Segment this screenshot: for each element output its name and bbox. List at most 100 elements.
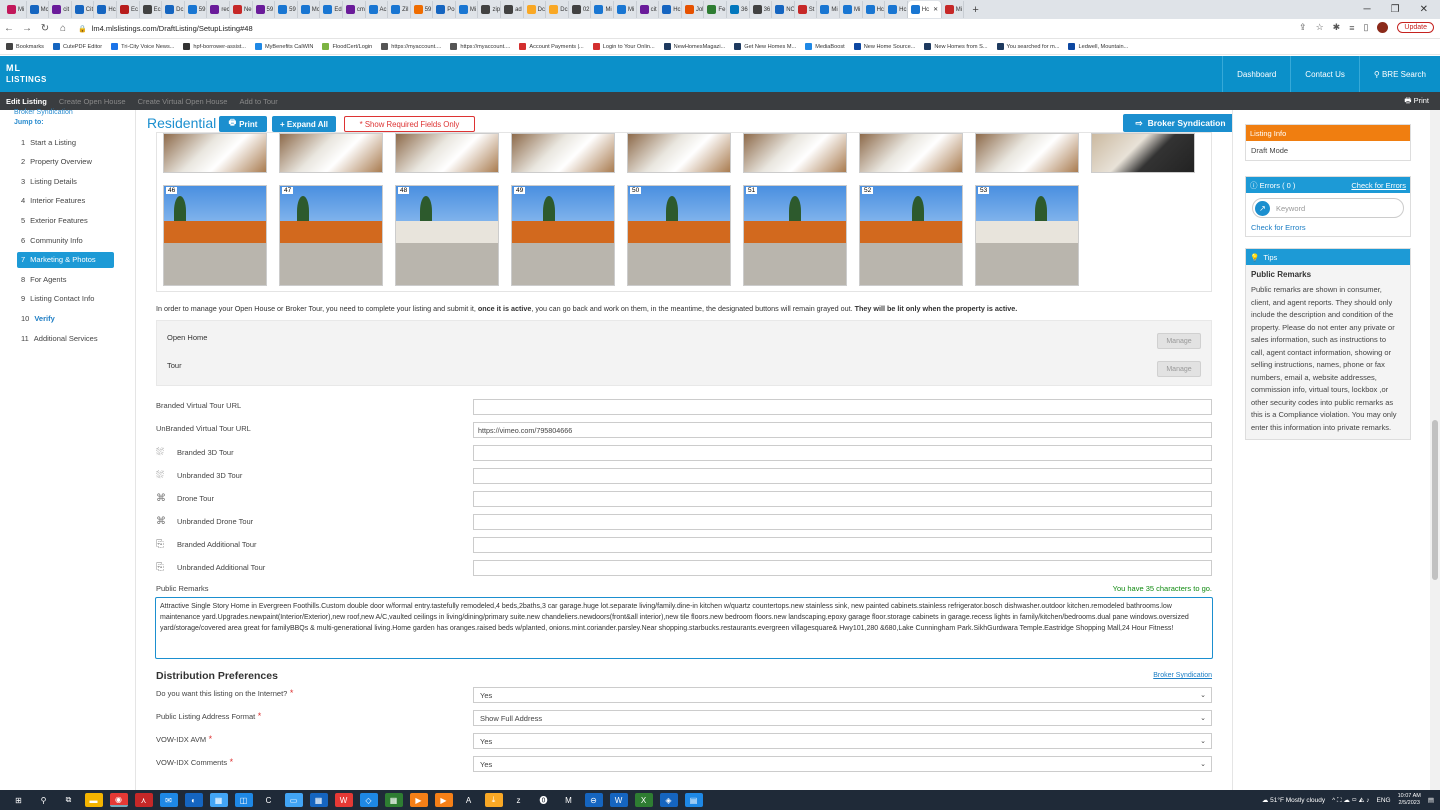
mail-icon[interactable]: ✉ (159, 793, 178, 807)
share-icon[interactable]: ⇪ (1299, 22, 1307, 33)
listing-photo[interactable] (1091, 133, 1195, 173)
browser-tab[interactable]: St (795, 1, 818, 18)
app-icon[interactable]: ▤ (684, 793, 703, 807)
browser-tab[interactable]: Cit (72, 1, 95, 18)
app-icon[interactable]: ▦ (209, 793, 228, 807)
update-button[interactable]: Update (1397, 22, 1434, 33)
check-errors-link[interactable]: Check for Errors (1246, 223, 1410, 236)
profile-avatar[interactable] (1377, 22, 1389, 33)
new-tab-icon[interactable]: + (972, 4, 978, 16)
app-icon[interactable]: ▦ (309, 793, 328, 807)
distribution-select[interactable]: Yes ⌄ (473, 733, 1212, 749)
browser-tab[interactable]: Zil (388, 1, 411, 18)
app-icon[interactable]: ▦ (384, 793, 403, 807)
listing-photo[interactable] (279, 133, 383, 173)
bookmark-item[interactable]: Ledwell, Mountain... (1068, 43, 1128, 50)
browser-tab[interactable]: Dc (546, 1, 569, 18)
app-icon[interactable]: ◫ (234, 793, 253, 807)
bookmark-item[interactable]: FloodCert/Login (322, 43, 372, 50)
file-explorer-icon[interactable]: ▬ (84, 793, 103, 807)
browser-tab[interactable]: Ec (117, 1, 140, 18)
scrollbar-thumb[interactable] (1432, 420, 1438, 580)
distribution-select[interactable]: Yes ⌄ (473, 756, 1212, 772)
tips-body[interactable]: Public Remarks Public remarks are shown … (1246, 265, 1410, 439)
search-icon[interactable]: ⚲ (34, 793, 53, 807)
extensions-icon[interactable]: ✱ (1333, 22, 1341, 33)
browser-tab[interactable]: Mi (4, 1, 27, 18)
sidebar-item-for-agents[interactable]: 8 For Agents (17, 271, 114, 287)
browser-tab[interactable]: Mi (591, 1, 615, 18)
teams-icon[interactable]: ◈ (659, 793, 678, 807)
nav-bre-search[interactable]: ⚲ BRE Search (1358, 56, 1440, 92)
app-icon[interactable]: ◇ (359, 793, 378, 807)
browser-tab[interactable]: Mi (614, 1, 637, 18)
chrome-icon[interactable]: ◉ (109, 793, 128, 807)
sidebar-item-listing-contact-info[interactable]: 9 Listing Contact Info (17, 291, 114, 307)
open-home-manage-button[interactable]: Manage (1157, 333, 1201, 349)
listing-photo[interactable] (975, 133, 1079, 173)
broker-syndication-button[interactable]: ⇨ Broker Syndication (1123, 114, 1232, 132)
browser-tab[interactable]: Po (433, 1, 456, 18)
listing-photo[interactable]: 48 (395, 185, 499, 286)
nav-contact-us[interactable]: Contact Us (1290, 56, 1359, 92)
browser-tab[interactable]: NC (772, 1, 795, 18)
browser-tab[interactable]: Ec (140, 1, 163, 18)
browser-tab[interactable]: Mi (456, 1, 479, 18)
app-icon[interactable]: ⊖ (584, 793, 603, 807)
close-icon[interactable]: ✕ (1420, 4, 1428, 15)
app-icon[interactable]: W (334, 793, 353, 807)
browser-tab[interactable]: 02 (569, 1, 592, 18)
tour-url-input[interactable]: https://vimeo.com/795804666 (473, 422, 1212, 438)
tour-url-input[interactable] (473, 445, 1212, 461)
app-icon[interactable]: ⓿ (534, 793, 553, 807)
listing-photo[interactable] (627, 133, 731, 173)
subnav-add-to-tour[interactable]: Add to Tour (233, 97, 283, 106)
browser-tab[interactable]: Mc (298, 1, 321, 18)
app-icon[interactable]: ▶ (434, 793, 453, 807)
app-icon[interactable]: ▭ (284, 793, 303, 807)
browser-tab[interactable]: Hc (885, 1, 908, 18)
restore-icon[interactable]: ❐ (1391, 4, 1400, 15)
bookmark-item[interactable]: hpf-borrower-assist... (183, 43, 246, 50)
listing-photo[interactable] (511, 133, 615, 173)
bookmark-item[interactable]: https://myaccount.... (450, 43, 510, 50)
app-icon[interactable]: ⤓ (484, 793, 503, 807)
mlslistings-logo[interactable]: ML LISTINGS (6, 59, 66, 89)
subnav-create-open-house[interactable]: Create Open House (53, 97, 132, 106)
listing-photo[interactable]: 51 (743, 185, 847, 286)
nav-dashboard[interactable]: Dashboard (1222, 56, 1290, 92)
sidebar-broker-syndication[interactable]: Broker Syndication (14, 109, 73, 116)
bookmark-item[interactable]: Account Payments |... (519, 43, 584, 50)
clock[interactable]: 10:07 AM 2/5/2023 (1398, 793, 1421, 807)
side-panel-icon[interactable]: ▯ (1363, 22, 1368, 33)
bookmark-item[interactable]: You searched for m... (996, 43, 1059, 50)
browser-tab[interactable]: Hc (94, 1, 117, 18)
word-icon[interactable]: W (609, 793, 628, 807)
browser-tab[interactable]: Jol (682, 1, 705, 18)
browser-tab[interactable]: Hc (863, 1, 886, 18)
listing-photo[interactable]: 52 (859, 185, 963, 286)
sidebar-item-interior-features[interactable]: 4 Interior Features (17, 193, 114, 209)
url-field[interactable]: 🔒 lm4.mlslistings.com/DraftListing/Setup… (78, 24, 253, 33)
sidebar-item-exterior-features[interactable]: 5 Exterior Features (17, 212, 114, 228)
listing-photo[interactable] (859, 133, 963, 173)
subnav-edit-listing[interactable]: Edit Listing (0, 97, 53, 106)
listing-photo[interactable] (743, 133, 847, 173)
browser-tab[interactable]: cit (637, 1, 660, 18)
public-remarks-textarea[interactable]: Attractive Single Story Home in Evergree… (155, 597, 1213, 659)
tour-url-input[interactable] (473, 491, 1212, 507)
bookmark-item[interactable]: MyBenefits CalWIN (254, 43, 313, 50)
distribution-select[interactable]: Yes ⌄ (473, 687, 1212, 703)
app-icon[interactable]: z (509, 793, 528, 807)
tour-manage-button[interactable]: Manage (1157, 361, 1201, 377)
page-scrollbar[interactable] (1430, 110, 1440, 790)
star-icon[interactable]: ☆ (1316, 22, 1324, 33)
reading-list-icon[interactable]: ≡ (1349, 23, 1354, 33)
edge-icon[interactable]: ◐ (184, 793, 203, 807)
listing-photo[interactable]: 49 (511, 185, 615, 286)
subnav-print[interactable]: 🖶 Print (1404, 95, 1429, 108)
start-icon[interactable]: ⊞ (9, 793, 28, 807)
listing-photo[interactable]: 47 (279, 185, 383, 286)
forward-icon[interactable]: → (18, 23, 36, 34)
tour-url-input[interactable] (473, 399, 1212, 415)
